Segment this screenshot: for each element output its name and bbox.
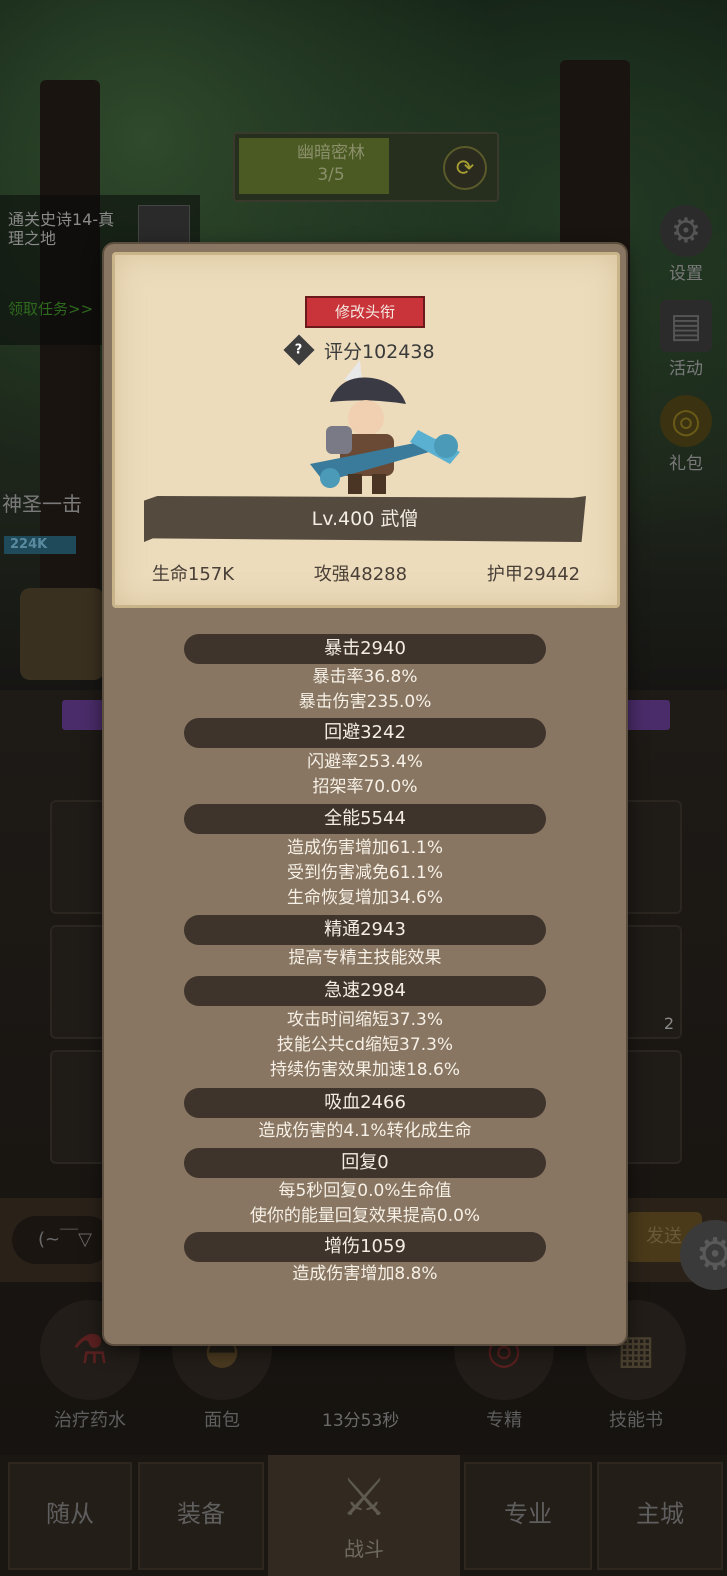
stat-line: 闪避率253.4% xyxy=(307,752,423,772)
stat-header-mastery: 精通2943 xyxy=(184,915,546,945)
gear-icon: ⚙ xyxy=(660,205,712,257)
tab-battle[interactable]: ⚔ 战斗 xyxy=(268,1455,460,1576)
stat-line: 造成伤害增加8.8% xyxy=(292,1264,438,1284)
stat-header-damage-bonus: 增伤1059 xyxy=(184,1232,546,1262)
stat-line: 持续伤害效果加速18.6% xyxy=(269,1060,460,1080)
scroll-icon: ▤ xyxy=(660,300,712,352)
core-stats-row: 生命157K 攻强48288 护甲29442 xyxy=(112,560,620,586)
battle-label: 战斗 xyxy=(344,1537,384,1561)
gift-icon: ◎ xyxy=(660,395,712,447)
timer-text: 13分53秒 xyxy=(322,1411,400,1431)
tab-followers[interactable]: 随从 xyxy=(8,1462,132,1570)
stat-header-versatility: 全能5544 xyxy=(184,804,546,834)
hero-portrait xyxy=(20,588,104,680)
stat-line: 暴击伤害235.0% xyxy=(298,692,432,712)
events-button[interactable]: ▤ 活动 xyxy=(651,300,721,379)
stat-line: 造成伤害增加61.1% xyxy=(286,838,443,858)
skillbook-label: 技能书 xyxy=(609,1410,663,1431)
chat-input[interactable]: (~￣▽ xyxy=(12,1216,112,1264)
gift-label: 礼包 xyxy=(669,454,703,474)
refresh-icon[interactable]: ⟳ xyxy=(443,146,487,190)
slot-count-badge: 2 xyxy=(663,1014,674,1033)
equipment-slot[interactable] xyxy=(50,925,112,1039)
stat-line: 生命恢复增加34.6% xyxy=(286,888,443,908)
stat-header-dodge: 回避3242 xyxy=(184,718,546,748)
progress-bar-right xyxy=(622,700,670,730)
settings-label: 设置 xyxy=(669,264,703,284)
gift-button[interactable]: ◎ 礼包 xyxy=(651,395,721,474)
stat-line: 提高专精主技能效果 xyxy=(288,948,442,968)
tab-equipment[interactable]: 装备 xyxy=(138,1462,264,1570)
equipment-slot[interactable] xyxy=(50,800,112,914)
character-avatar xyxy=(310,360,460,494)
stat-line: 受到伤害减免61.1% xyxy=(286,863,443,883)
hp-stat: 生命157K xyxy=(151,564,235,585)
equipment-slot[interactable] xyxy=(620,1050,682,1164)
stage-progress: 3/5 xyxy=(317,165,345,185)
tab-main-city[interactable]: 主城 xyxy=(597,1462,723,1570)
claim-quest-link[interactable]: 领取任务>> xyxy=(8,298,93,319)
stat-header-regen: 回复0 xyxy=(184,1148,546,1178)
stat-header-lifesteal: 吸血2466 xyxy=(184,1088,546,1118)
level-class-bar: Lv.400 武僧 xyxy=(144,496,586,542)
bread-label: 面包 xyxy=(204,1410,240,1431)
equipment-slot[interactable] xyxy=(620,800,682,914)
equipment-slot[interactable] xyxy=(50,1050,112,1164)
equipment-slot[interactable]: 2 xyxy=(620,925,682,1039)
crossed-swords-icon: ⚔ xyxy=(340,1468,388,1528)
events-label: 活动 xyxy=(669,359,703,379)
mastery-label: 专精 xyxy=(486,1410,522,1431)
stat-line: 造成伤害的4.1%转化成生命 xyxy=(258,1121,472,1141)
stat-header-haste: 急速2984 xyxy=(184,976,546,1006)
change-title-button[interactable]: 修改头衔 xyxy=(305,296,425,328)
stat-line: 招架率70.0% xyxy=(312,777,418,797)
stage-name: 幽暗密林 xyxy=(297,143,365,163)
quest-icon xyxy=(138,205,190,247)
stage-indicator[interactable]: 幽暗密林 3/5 ⟳ xyxy=(233,132,499,202)
attack-power-stat: 攻强48288 xyxy=(313,564,408,585)
quest-title: 通关史诗14-真理之地 xyxy=(8,210,115,248)
stat-line: 使你的能量回复效果提高0.0% xyxy=(249,1206,481,1226)
stat-line: 暴击率36.8% xyxy=(312,667,418,687)
stat-line: 技能公共cd缩短37.3% xyxy=(276,1035,454,1055)
settings-button[interactable]: ⚙ 设置 xyxy=(651,205,721,284)
hp-bar: 224K xyxy=(4,536,76,554)
stat-line: 攻击时间缩短37.3% xyxy=(286,1010,443,1030)
potion-label: 治疗药水 xyxy=(54,1410,126,1431)
tab-profession[interactable]: 专业 xyxy=(464,1462,592,1570)
armor-stat: 护甲29442 xyxy=(486,564,581,585)
stat-header-crit: 暴击2940 xyxy=(184,634,546,664)
skill-name: 神圣一击 xyxy=(2,492,82,516)
stat-line: 每5秒回复0.0%生命值 xyxy=(278,1181,452,1201)
